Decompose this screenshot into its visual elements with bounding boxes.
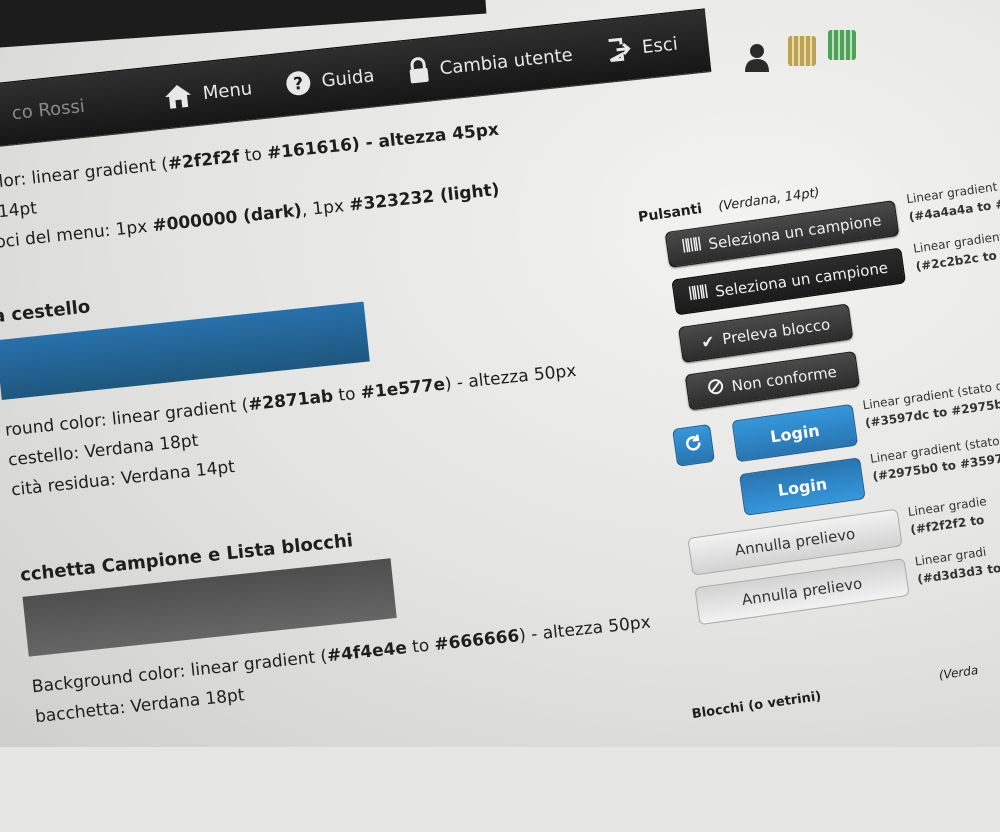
note-login-normal: Linear gradient (stato d (#3597dc to #297… [861,378,1000,431]
note-select-normal: Linear gradient (st(#4a4a4a to #333 [905,177,1000,225]
barcode-icon [681,236,702,256]
barcode-icon [688,284,708,304]
blocchi-title: Blocchi (o vetrini) [690,689,823,723]
panel-title: Pulsanti [637,200,704,226]
check-icon: ✔ [699,330,716,352]
note-login-pressed: Linear gradient (stato (#2975b0 to #3597d… [869,433,1000,484]
refresh-icon [682,432,705,459]
panel-subtitle: (Verdana, 14pt) [717,185,821,215]
refresh-button[interactable] [672,423,716,467]
buttons-panel: Pulsanti (Verdana, 14pt) Seleziona un ca… [0,0,1000,832]
note-annulla-pressed: Linear gradi (#d3d3d3 to [913,544,1000,587]
forbidden-icon [707,378,726,400]
note-select-pressed: Linear gradient ((#2c2b2c to #4a [912,228,1000,274]
login-button[interactable]: Login [731,403,859,463]
non-conforme-button[interactable]: Non conforme [684,350,861,411]
blocchi-note: (Verda [938,662,980,683]
monitor-screen: co Rossi Menu ? Guida Cambia utente Esci… [0,0,1000,747]
note-annulla-normal: Linear gradie (#f2f2f2 to [906,494,988,537]
login-button-pressed[interactable]: Login [739,457,866,516]
